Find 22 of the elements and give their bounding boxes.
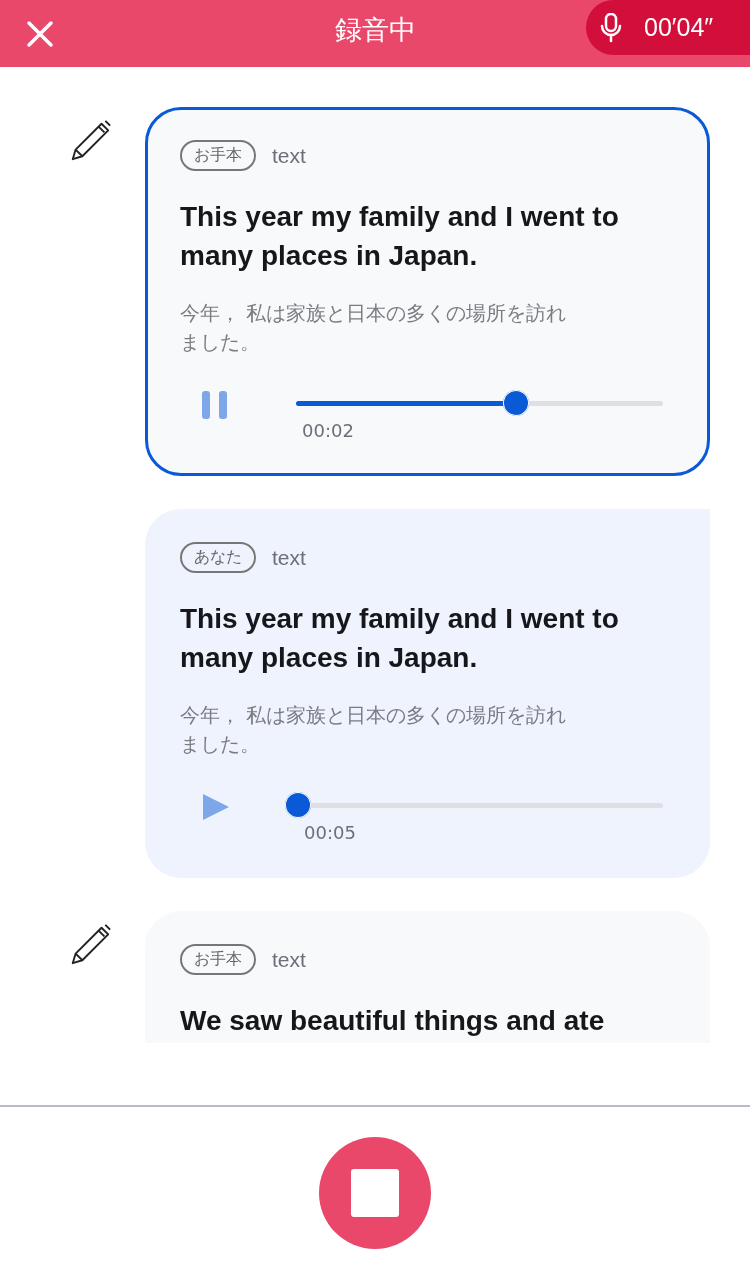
sentence-text: This year my family and I went to many places in Japan. [180,200,620,273]
playback-time: 00:02 [302,420,354,441]
microphone-icon [600,12,622,43]
speaker-tag: お手本 [180,140,256,171]
sentence-card[interactable]: お手本 text This year my family and I went to many places in Japan. 今年， 私は家族と日本の多くの場所を訪れました。 00:02 [145,107,710,476]
type-label: text [272,947,306,972]
close-icon[interactable] [26,19,54,48]
elapsed-time: 00′04″ [644,13,714,42]
slider-handle[interactable] [503,390,530,416]
sentence-text: This year my family and I went to many places in Japan. [180,602,620,675]
type-label: text [272,545,306,570]
speaker-tag: お手本 [180,944,256,975]
sentence-card[interactable]: お手本 text We saw beautiful things and ate [145,911,710,1043]
screen-title: 録音中 [334,13,416,47]
slider-handle[interactable] [285,792,311,818]
sentence-text: We saw beautiful things and ate [180,1004,606,1038]
translation-text: 今年， 私は家族と日本の多くの場所を訪れました。 [180,300,568,356]
sentence-card[interactable]: あなた text This year my family and I went to many places in Japan. 今年， 私は家族と日本の多くの場所を訪れました。 00:05 [145,509,710,878]
type-label: text [272,143,306,168]
playback-time: 00:05 [304,822,356,843]
translation-text: 今年， 私は家族と日本の多くの場所を訪れました。 [180,702,568,758]
speaker-tag: あなた [180,542,256,573]
